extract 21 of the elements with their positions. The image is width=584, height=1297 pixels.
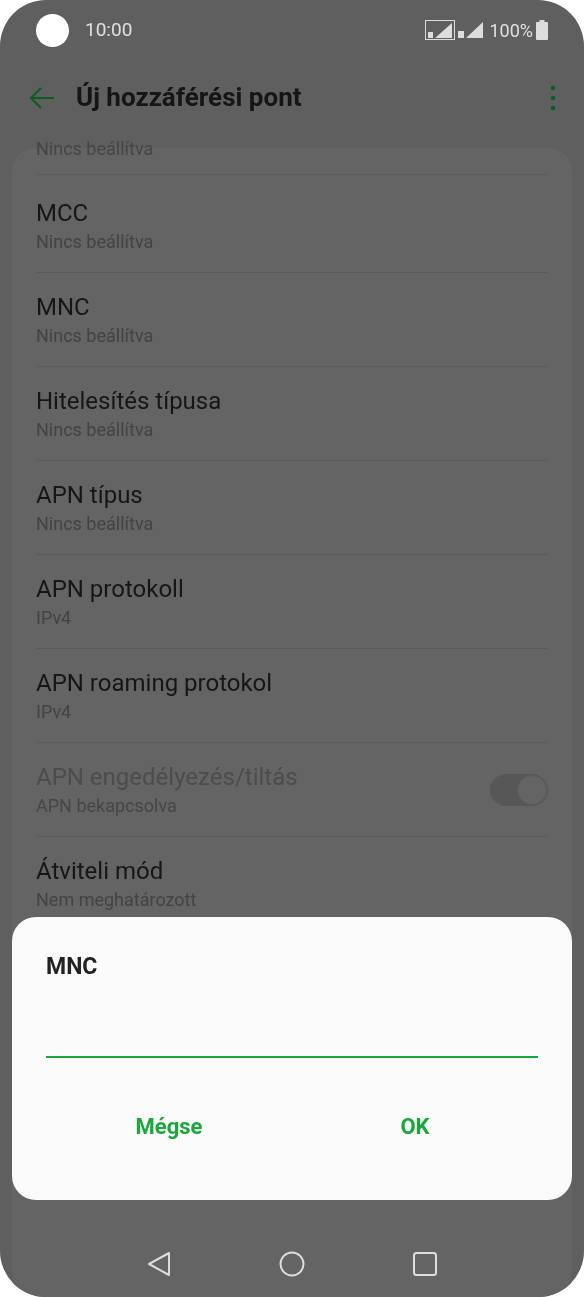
setting-title: Átviteli mód [36, 855, 165, 886]
camera-hole-icon [36, 13, 69, 47]
recents-icon[interactable] [412, 1250, 439, 1277]
input-field[interactable] [46, 1054, 538, 1058]
setting-title: APN roaming protokol [36, 667, 274, 698]
sim-signal-icon [425, 20, 456, 40]
dialog-button[interactable]: OK [292, 1102, 538, 1151]
setting-title: MNC [36, 291, 91, 322]
dialog-button[interactable]: Mégse [46, 1102, 292, 1151]
battery-percent: 100% [489, 18, 533, 43]
dialog-title: MNC [46, 953, 99, 981]
home-icon[interactable] [279, 1250, 305, 1277]
setting-title: Hitelesítés típusa [36, 385, 223, 416]
back-icon[interactable] [145, 1250, 172, 1277]
battery-icon [536, 20, 548, 40]
sim-signal-icon [458, 21, 485, 39]
page-title: Új hozzáférési pont [76, 81, 302, 114]
setting-title: APN típus [36, 479, 144, 510]
status-time: 10:00 [85, 16, 133, 43]
setting-title: MCC [36, 197, 90, 228]
setting-title: APN protokoll [36, 573, 185, 604]
